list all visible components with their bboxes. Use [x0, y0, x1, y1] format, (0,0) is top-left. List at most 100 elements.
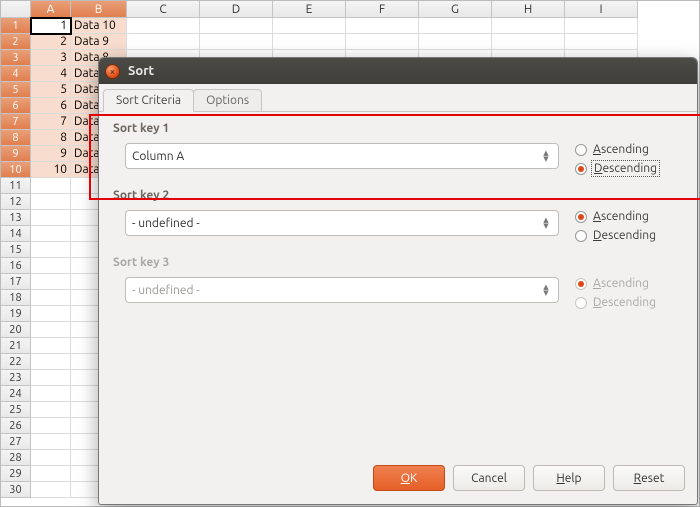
row-header[interactable]: 10: [1, 162, 31, 178]
cell[interactable]: [31, 354, 71, 370]
cell[interactable]: [31, 258, 71, 274]
cell[interactable]: 1: [31, 18, 71, 34]
cell[interactable]: [127, 34, 200, 50]
row-header[interactable]: 1: [1, 18, 31, 34]
row-header[interactable]: 28: [1, 450, 31, 466]
cell[interactable]: [31, 226, 71, 242]
sort-key-2-descending-radio[interactable]: Descending: [575, 229, 683, 242]
cell[interactable]: 4: [31, 66, 71, 82]
cell[interactable]: 10: [31, 162, 71, 178]
sort-key-2-ascending-radio[interactable]: Ascending: [575, 210, 683, 223]
cell[interactable]: [273, 18, 346, 34]
row-header[interactable]: 27: [1, 434, 31, 450]
reset-button[interactable]: Reset: [613, 465, 685, 491]
column-header-C[interactable]: C: [127, 1, 200, 18]
row-header[interactable]: 5: [1, 82, 31, 98]
cell[interactable]: [31, 274, 71, 290]
tab-sort-criteria[interactable]: Sort Criteria: [103, 89, 194, 112]
cell[interactable]: [31, 434, 71, 450]
row-header[interactable]: 23: [1, 370, 31, 386]
cell[interactable]: [127, 18, 200, 34]
row-header[interactable]: 9: [1, 146, 31, 162]
cell[interactable]: [200, 18, 273, 34]
cell[interactable]: [31, 242, 71, 258]
cell[interactable]: 9: [31, 146, 71, 162]
row-header[interactable]: 30: [1, 482, 31, 498]
cell[interactable]: 7: [31, 114, 71, 130]
column-header-E[interactable]: E: [273, 1, 346, 18]
close-icon[interactable]: ×: [105, 64, 120, 79]
cell[interactable]: [31, 306, 71, 322]
cell[interactable]: [31, 466, 71, 482]
cell[interactable]: [31, 322, 71, 338]
cell[interactable]: [31, 450, 71, 466]
tab-options[interactable]: Options: [193, 89, 262, 111]
cell[interactable]: [31, 386, 71, 402]
column-header-D[interactable]: D: [200, 1, 273, 18]
cell[interactable]: [346, 34, 419, 50]
cell[interactable]: [31, 418, 71, 434]
cell[interactable]: [565, 34, 638, 50]
cell[interactable]: [273, 34, 346, 50]
cell[interactable]: [31, 290, 71, 306]
row-header[interactable]: 20: [1, 322, 31, 338]
ok-button[interactable]: OK: [373, 465, 445, 491]
cell[interactable]: [31, 194, 71, 210]
sort-key-2-column-select[interactable]: - undefined - ▲▼: [125, 210, 559, 236]
row-header[interactable]: 24: [1, 386, 31, 402]
row-header[interactable]: 2: [1, 34, 31, 50]
row-header[interactable]: 22: [1, 354, 31, 370]
row-header[interactable]: 21: [1, 338, 31, 354]
cell[interactable]: 6: [31, 98, 71, 114]
cell[interactable]: [492, 34, 565, 50]
cell[interactable]: [200, 34, 273, 50]
row-header[interactable]: 7: [1, 114, 31, 130]
row-header[interactable]: 18: [1, 290, 31, 306]
cell[interactable]: [565, 18, 638, 34]
help-button[interactable]: Help: [533, 465, 605, 491]
cell[interactable]: 5: [31, 82, 71, 98]
row-header[interactable]: 6: [1, 98, 31, 114]
row-header[interactable]: 29: [1, 466, 31, 482]
cell[interactable]: [419, 18, 492, 34]
cell[interactable]: Data 10: [71, 18, 127, 34]
sort-key-1-column-select[interactable]: Column A ▲▼: [125, 143, 559, 169]
cell[interactable]: [31, 178, 71, 194]
row-header[interactable]: 14: [1, 226, 31, 242]
row-header[interactable]: 4: [1, 66, 31, 82]
cell[interactable]: [492, 18, 565, 34]
row-header[interactable]: 8: [1, 130, 31, 146]
column-header-F[interactable]: F: [346, 1, 419, 18]
row-header[interactable]: 15: [1, 242, 31, 258]
cell[interactable]: [31, 370, 71, 386]
row-header[interactable]: 3: [1, 50, 31, 66]
sort-key-1-ascending-radio[interactable]: Ascending: [575, 143, 683, 156]
row-header[interactable]: 19: [1, 306, 31, 322]
cell[interactable]: [346, 18, 419, 34]
row-header[interactable]: 11: [1, 178, 31, 194]
cell[interactable]: [31, 210, 71, 226]
dialog-titlebar[interactable]: × Sort: [99, 58, 697, 84]
select-all-corner[interactable]: [1, 1, 31, 18]
row-header[interactable]: 26: [1, 418, 31, 434]
cell[interactable]: [31, 402, 71, 418]
row-header[interactable]: 13: [1, 210, 31, 226]
column-header-B[interactable]: B: [71, 1, 127, 18]
column-header-A[interactable]: A: [31, 1, 71, 18]
cell[interactable]: [31, 338, 71, 354]
sort-key-1-descending-radio[interactable]: Descending: [575, 162, 683, 175]
column-header-I[interactable]: I: [565, 1, 638, 18]
cell[interactable]: [31, 482, 71, 498]
cell[interactable]: 8: [31, 130, 71, 146]
cancel-button[interactable]: Cancel: [453, 465, 525, 491]
cell[interactable]: 2: [31, 34, 71, 50]
column-header-H[interactable]: H: [492, 1, 565, 18]
cell[interactable]: 3: [31, 50, 71, 66]
column-header-G[interactable]: G: [419, 1, 492, 18]
row-header[interactable]: 16: [1, 258, 31, 274]
row-header[interactable]: 25: [1, 402, 31, 418]
cell[interactable]: Data 9: [71, 34, 127, 50]
cell[interactable]: [419, 34, 492, 50]
row-header[interactable]: 12: [1, 194, 31, 210]
row-header[interactable]: 17: [1, 274, 31, 290]
